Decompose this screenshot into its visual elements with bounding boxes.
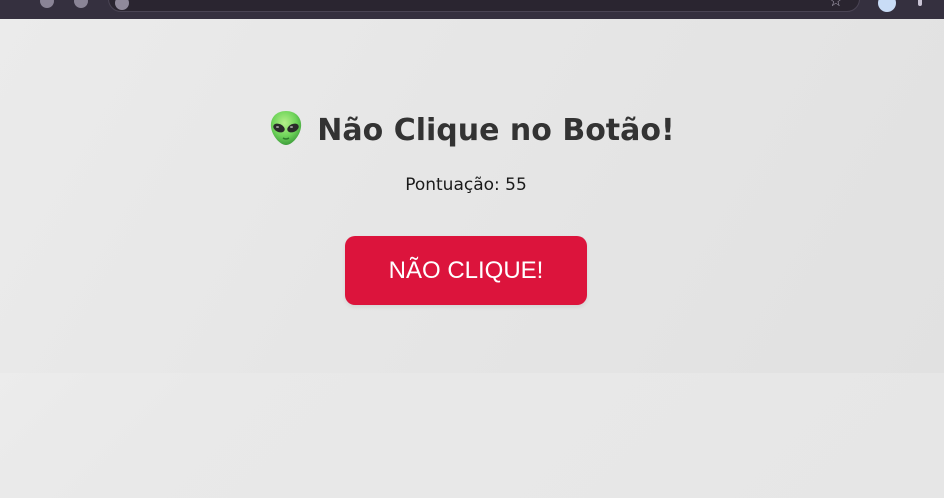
title-row: Não Clique no Botão! xyxy=(0,111,944,149)
game-panel: Não Clique no Botão! Pontuação: 55 NÃO C… xyxy=(0,19,944,373)
score-label: Pontuação: xyxy=(405,175,500,195)
site-info-icon[interactable] xyxy=(115,0,129,10)
score-value: 55 xyxy=(505,175,527,195)
alien-icon xyxy=(269,109,303,147)
page-body: Não Clique no Botão! Pontuação: 55 NÃO C… xyxy=(0,19,944,498)
star-icon[interactable]: ☆ xyxy=(829,0,843,9)
kebab-menu-icon[interactable] xyxy=(918,0,922,6)
back-icon[interactable] xyxy=(40,0,54,8)
reload-icon[interactable] xyxy=(74,0,88,8)
score-display: Pontuação: 55 xyxy=(0,175,932,195)
dont-click-button[interactable]: NÃO CLIQUE! xyxy=(345,236,587,305)
profile-avatar[interactable] xyxy=(878,0,896,12)
browser-toolbar: ☆ xyxy=(0,0,944,19)
address-bar[interactable]: ☆ xyxy=(108,0,860,12)
page-title: Não Clique no Botão! xyxy=(317,112,675,148)
